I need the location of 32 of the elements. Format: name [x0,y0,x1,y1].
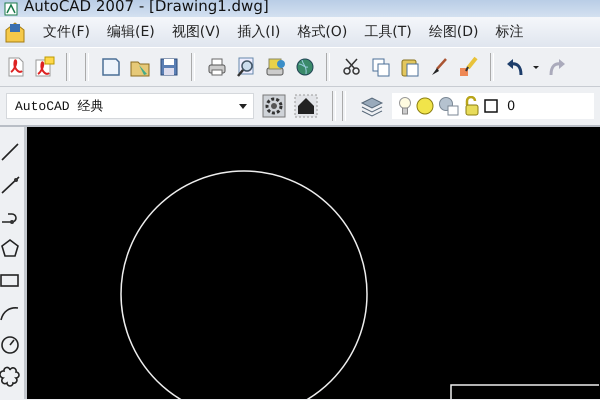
workspace-name: AutoCAD 经典 [15,98,104,115]
layers-icon[interactable] [360,95,384,117]
caret-icon[interactable] [239,102,247,110]
menu-item[interactable]: 标注 [496,23,524,41]
padlock-icon [463,96,481,116]
menu-item[interactable]: 绘图(D) [428,23,478,41]
menu-item[interactable]: 文件(F) [43,23,90,41]
printer-icon[interactable] [206,56,228,78]
menu-item[interactable]: 格式(O) [297,23,348,41]
blank-page-icon[interactable] [100,56,122,78]
layer-dropdown[interactable]: 0 [392,93,594,119]
pdf-icon[interactable] [33,56,55,78]
gear-icon[interactable] [262,94,286,118]
sun-icon [415,96,435,116]
layer-name: 0 [507,98,516,114]
circle-icon[interactable] [0,333,20,355]
menu-item[interactable]: 插入(I) [237,23,280,41]
revision-cloud-icon[interactable] [0,365,22,387]
paintbrush-icon[interactable] [457,56,479,78]
menu-item[interactable]: 工具(T) [364,23,412,41]
lightbulb-icon [398,96,412,116]
undo-arrow-icon[interactable] [505,56,525,78]
menu-item[interactable]: 编辑(E) [106,23,155,41]
color-swatch-icon [484,99,498,113]
polygon-icon[interactable] [0,237,20,259]
workspace-dropdown[interactable]: AutoCAD 经典 [6,93,254,119]
copy-icon[interactable] [370,56,392,78]
pdf-icon[interactable] [6,56,26,78]
menu-item[interactable]: 视图(V) [172,23,220,41]
house-icon[interactable] [294,94,318,118]
app-logo-icon [4,2,18,16]
line-icon[interactable] [0,141,20,163]
